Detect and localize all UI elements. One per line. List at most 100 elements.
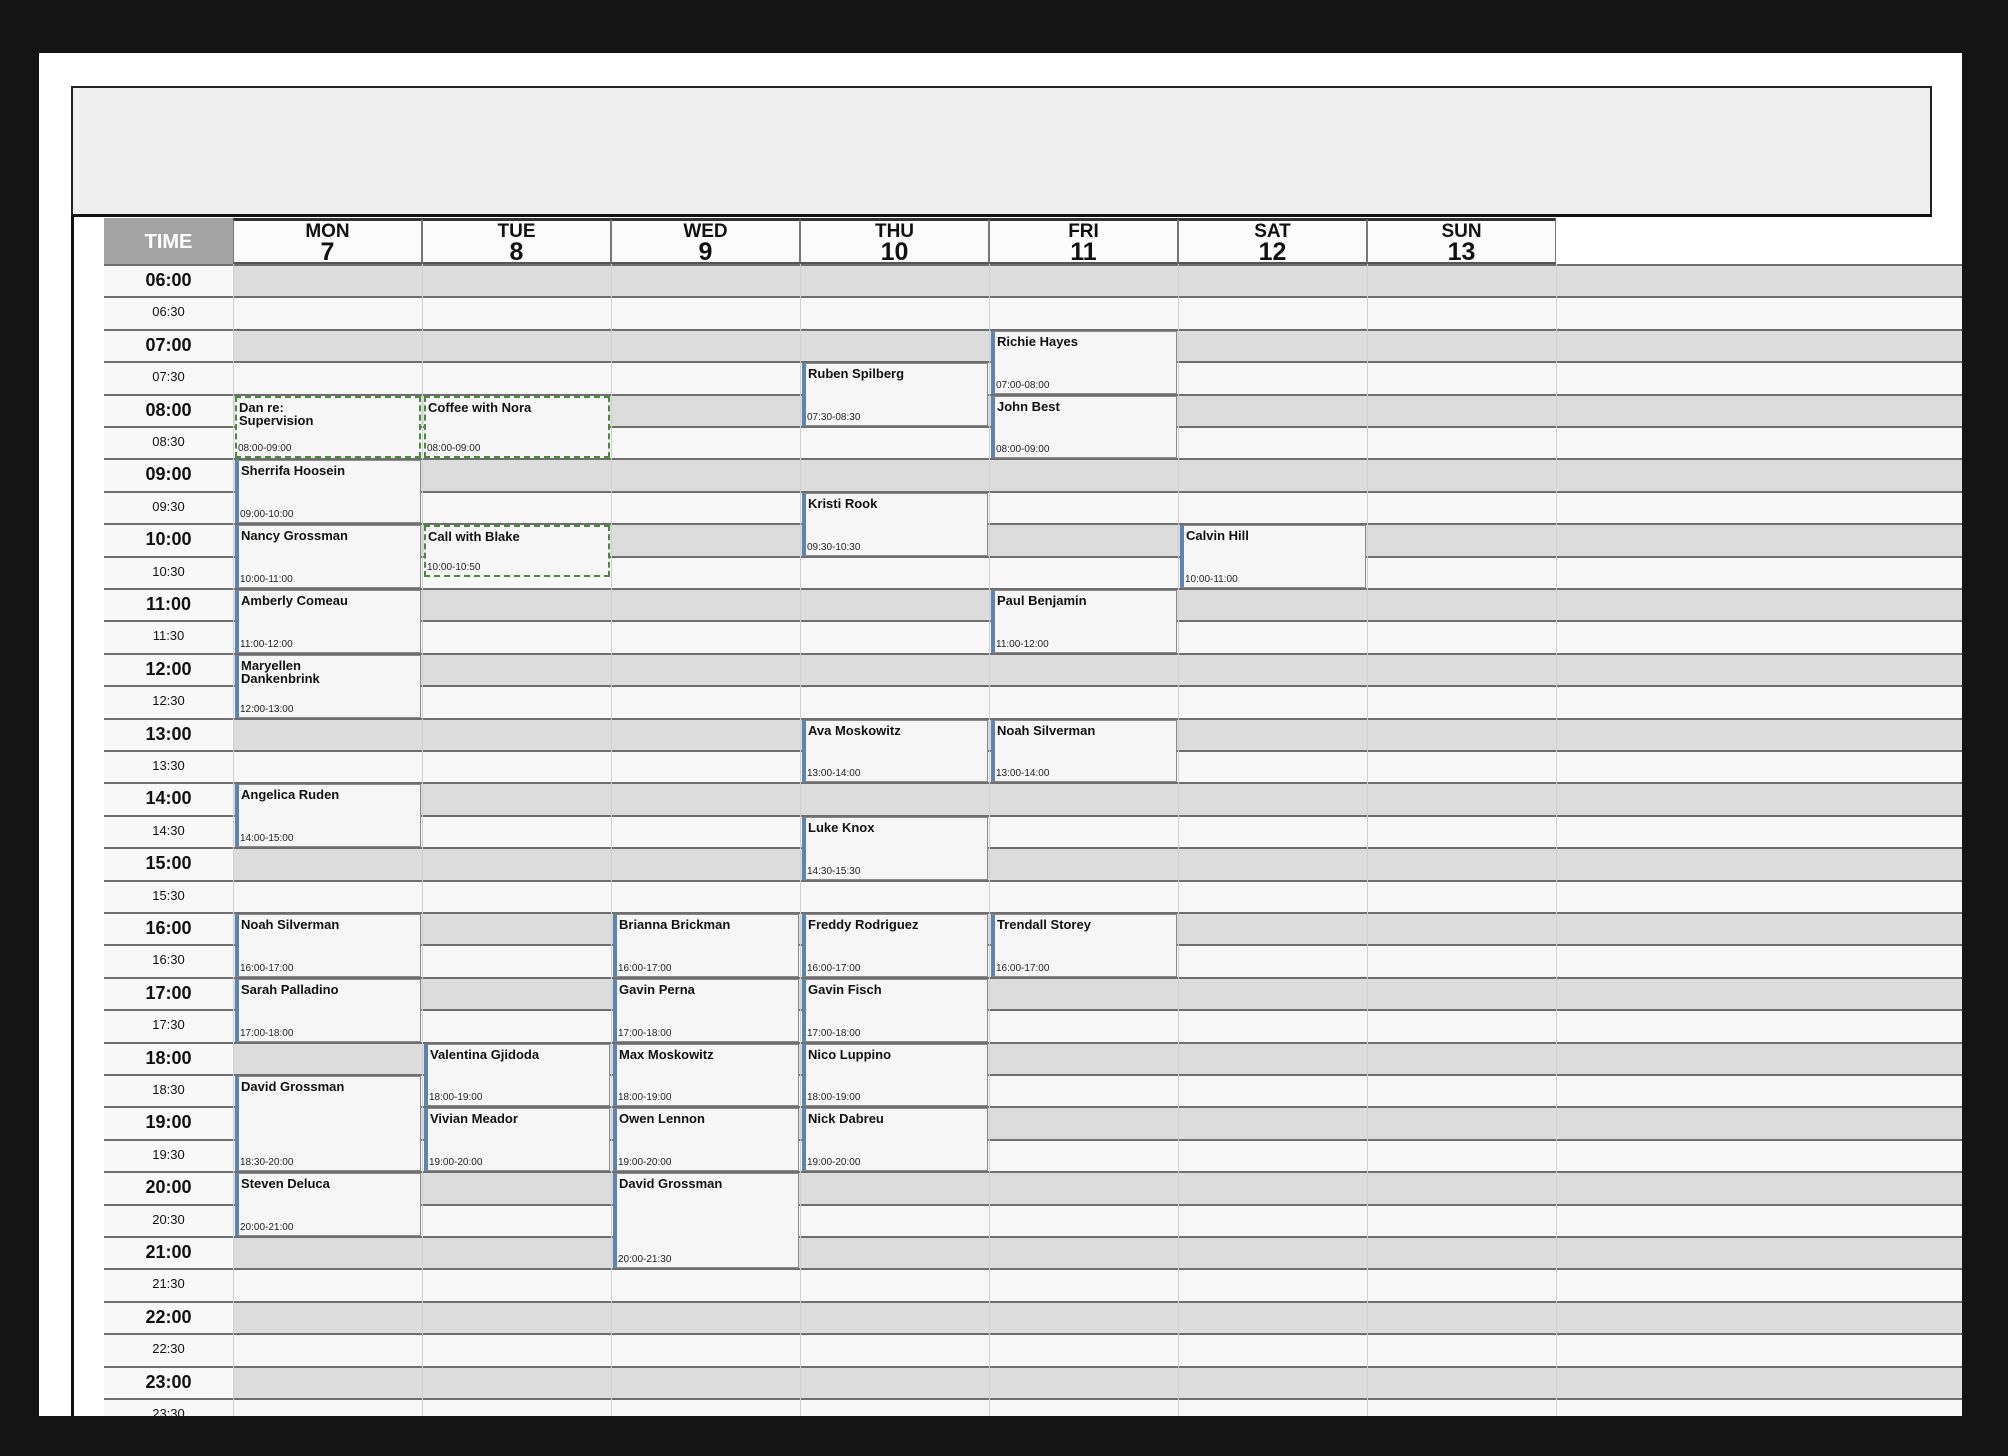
time-label: 18:30 [104,1074,233,1107]
time-label: 20:30 [104,1203,233,1236]
day-header-mon: MON 7 [233,218,422,265]
appointment-event[interactable]: Brianna Brickman 16:00-17:00 [613,914,799,977]
day-header-thu: THU 10 [800,218,989,266]
event-title: Nico Luppino [808,1046,892,1062]
event-title: Trendall Storey [997,917,1091,932]
event-title: Call with Blake [428,529,520,545]
time-label: 07:30 [104,361,233,394]
time-label: 11:30 [104,620,233,653]
event-title: Maryellen Dankenbrink [241,657,320,686]
event-title: Luke Knox [808,819,875,835]
day-date: 9 [698,238,713,266]
appointment-event[interactable]: Gavin Fisch 17:00-18:00 [802,978,988,1042]
time-label: 06:00 [104,264,233,297]
time-row[interactable] [233,490,1962,524]
appointment-event[interactable]: Angelica Ruden 14:00-15:00 [235,784,421,848]
appointment-event[interactable]: Noah Silverman 13:00-14:00 [991,719,1177,783]
time-row[interactable] [233,814,1962,848]
event-time: 18:00-19:00 [429,1092,483,1104]
appointment-event[interactable]: Nick Dabreu 19:00-20:00 [802,1108,988,1172]
appointment-event[interactable]: Owen Lennon 19:00-20:00 [613,1108,799,1172]
appointment-event[interactable]: Amberly Comeau 11:00-12:00 [235,590,421,653]
appointment-event[interactable]: Kristi Rook 09:30-10:30 [802,492,988,556]
time-row[interactable] [233,1300,1962,1334]
appointment-event[interactable]: Nico Luppino 18:00-19:00 [802,1043,988,1107]
time-label: 18:00 [104,1041,233,1074]
day-date: 12 [1258,238,1287,266]
event-time: 16:00-17:00 [996,962,1050,974]
event-time: 07:30-08:30 [807,411,861,423]
time-row[interactable] [233,879,1962,912]
appointment-event[interactable]: David Grossman 18:30-20:00 [235,1076,421,1172]
time-row[interactable] [233,1268,1962,1301]
event-time: 19:00-20:00 [618,1157,672,1169]
time-row[interactable] [233,847,1962,880]
appointment-event[interactable]: Trendall Storey 16:00-17:00 [991,914,1177,977]
time-row[interactable] [233,264,1962,297]
time-label: 16:30 [104,944,233,977]
time-row[interactable] [233,1365,1962,1398]
time-row[interactable] [233,1333,1962,1366]
time-row[interactable] [233,976,1962,1010]
appointment-event[interactable]: Ava Moskowitz 13:00-14:00 [802,719,988,783]
time-label: 23:00 [104,1365,233,1398]
event-title: Richie Hayes [997,333,1078,349]
time-label: 16:00 [104,912,233,945]
event-title: Ava Moskowitz [808,722,901,738]
time-row[interactable] [233,1398,1962,1416]
appointment-event[interactable]: Steven Deluca 20:00-21:00 [235,1173,421,1236]
time-row[interactable] [233,1203,1962,1236]
event-time: 08:00-09:00 [427,443,481,455]
appointment-event[interactable]: Richie Hayes 07:00-08:00 [991,330,1177,394]
time-label: 07:00 [104,328,233,362]
time-row[interactable] [233,782,1962,815]
note-event[interactable]: Call with Blake 10:00-10:50 [424,525,610,578]
note-event[interactable]: Dan re: Supervision 08:00-09:00 [235,395,421,459]
time-row[interactable] [233,296,1962,329]
appointment-event[interactable]: Nancy Grossman 10:00-11:00 [235,525,421,588]
event-title: Owen Lennon [619,1111,705,1127]
appointment-event[interactable]: Gavin Perna 17:00-18:00 [613,978,799,1042]
appointment-event[interactable]: Valentina Gjidoda 18:00-19:00 [424,1043,610,1107]
event-title: Noah Silverman [241,917,340,932]
appointment-event[interactable]: Sherrifa Hoosein 09:00-10:00 [235,460,421,524]
event-title: Max Moskowitz [619,1046,714,1062]
event-title: Valentina Gjidoda [430,1046,540,1062]
event-time: 20:00-21:00 [240,1221,294,1233]
appointment-event[interactable]: Noah Silverman 16:00-17:00 [235,914,421,977]
appointment-event[interactable]: Calvin Hill 10:00-11:00 [1180,525,1366,588]
column-divider [1556,264,1557,1416]
appointment-event[interactable]: Vivian Meador 19:00-20:00 [424,1108,610,1172]
event-time: 12:00-13:00 [240,703,294,715]
time-row[interactable] [233,458,1962,491]
note-event[interactable]: Coffee with Nora 08:00-09:00 [424,395,610,459]
appointment-event[interactable]: Max Moskowitz 18:00-19:00 [613,1043,799,1107]
appointment-event[interactable]: Paul Benjamin 11:00-12:00 [991,590,1177,653]
event-title: David Grossman [619,1176,723,1192]
event-time: 16:00-17:00 [807,962,861,974]
column-divider [989,264,990,1416]
appointment-event[interactable]: Ruben Spilberg 07:30-08:30 [802,363,988,426]
appointment-event[interactable]: Sarah Palladino 17:00-18:00 [235,978,421,1042]
event-time: 17:00-18:00 [240,1027,294,1039]
appointment-event[interactable]: Maryellen Dankenbrink 12:00-13:00 [235,654,421,718]
appointment-event[interactable]: David Grossman 20:00-21:30 [613,1173,799,1269]
appointment-event[interactable]: John Best 08:00-09:00 [991,395,1177,459]
event-time: 20:00-21:30 [618,1254,672,1266]
appointment-event[interactable]: Luke Knox 14:30-15:30 [802,816,988,880]
time-row[interactable] [233,685,1962,718]
time-row[interactable] [233,1171,1962,1204]
time-label: 15:30 [104,879,233,912]
event-title: Amberly Comeau [241,593,348,608]
time-row[interactable] [233,1009,1962,1042]
event-title: Coffee with Nora [428,399,532,415]
time-label: 09:30 [104,490,233,524]
time-row[interactable] [233,652,1962,686]
day-date: 10 [880,238,909,266]
event-time: 14:00-15:00 [240,833,294,845]
event-title: Dan re: Supervision [239,399,314,428]
time-row[interactable] [233,1236,1962,1269]
time-label: 13:30 [104,750,233,783]
appointment-event[interactable]: Freddy Rodriguez 16:00-17:00 [802,914,988,977]
column-divider [1178,264,1179,1416]
